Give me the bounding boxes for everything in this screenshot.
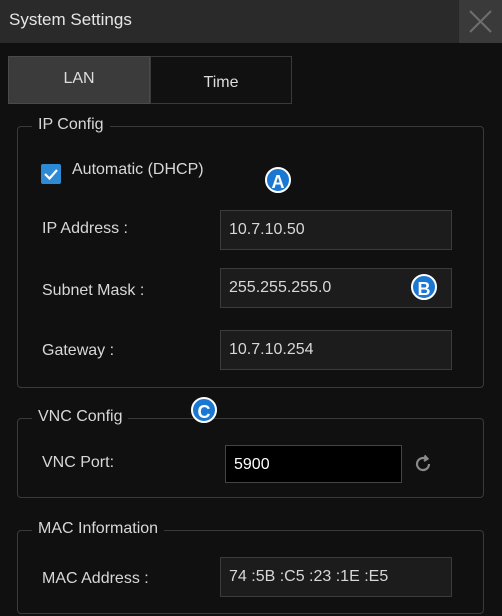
ip-address-field[interactable]: 10.7.10.50 xyxy=(220,210,452,250)
tab-time[interactable]: Time xyxy=(150,56,292,104)
vnc-port-label: VNC Port: xyxy=(42,454,115,471)
callout-b-badge: B xyxy=(411,274,437,300)
dialog-title: System Settings xyxy=(9,10,132,29)
refresh-icon[interactable] xyxy=(411,452,435,476)
gateway-label: Gateway : xyxy=(42,342,115,359)
callout-c-badge: C xyxy=(191,397,217,423)
ip-address-label: IP Address : xyxy=(42,220,128,237)
ip-config-legend: IP Config xyxy=(32,116,110,134)
dhcp-label[interactable]: Automatic (DHCP) xyxy=(72,161,204,179)
mac-information-legend: MAC Information xyxy=(32,520,165,538)
dhcp-checkbox[interactable] xyxy=(41,164,61,184)
mac-address-label: MAC Address : xyxy=(42,570,149,587)
close-icon[interactable] xyxy=(459,0,502,43)
callout-a-badge: A xyxy=(265,167,291,193)
mac-address-field: 74 :5B :C5 :23 :1E :E5 xyxy=(220,557,452,597)
system-settings-dialog: System Settings LAN Time IP Config Autom… xyxy=(0,0,502,616)
title-bar: System Settings xyxy=(0,0,502,43)
subnet-mask-label: Subnet Mask : xyxy=(42,282,145,299)
vnc-port-input[interactable]: 5900 xyxy=(225,445,402,483)
vnc-config-legend: VNC Config xyxy=(32,408,129,426)
tab-lan[interactable]: LAN xyxy=(8,56,150,104)
gateway-field[interactable]: 10.7.10.254 xyxy=(220,330,452,370)
